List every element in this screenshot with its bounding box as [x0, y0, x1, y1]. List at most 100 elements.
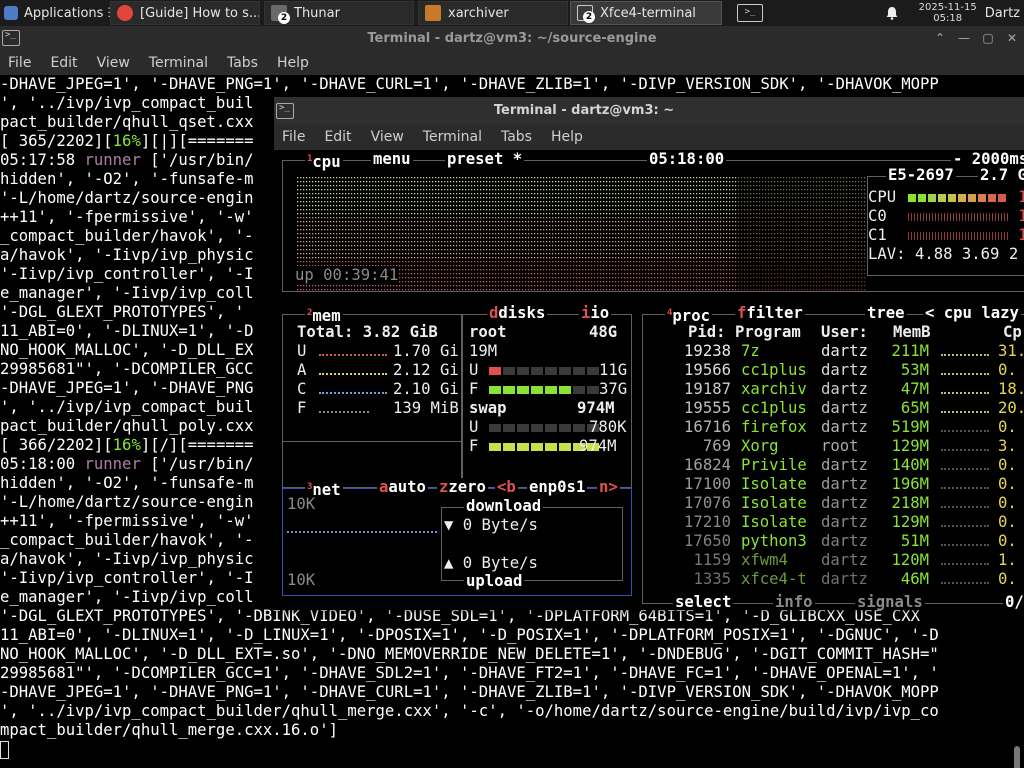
proc-cell-pid: 17076 — [684, 494, 731, 512]
menu-view[interactable]: View — [97, 55, 130, 71]
menu-tab[interactable]: menu — [371, 150, 413, 168]
proc-info-button[interactable]: info — [773, 593, 815, 610]
net-box: 3net aauto zzero <b enp0s1 n> 10K 10K do… — [282, 478, 632, 596]
cpu-tab[interactable]: cpu — [312, 153, 340, 171]
front-terminal-window[interactable]: Terminal - dartz@vm3: ~ File Edit View T… — [274, 97, 1024, 610]
taskbar-item-xfce4-terminal[interactable]: 2 Xfce4-terminal — [570, 1, 722, 25]
net-zero-toggle[interactable]: zero — [448, 478, 486, 496]
menu-file[interactable]: File — [282, 129, 305, 145]
proc-cell-cpu: 0. — [998, 570, 1017, 588]
proc-cell-mem: 140M — [891, 456, 929, 474]
menu-tabs[interactable]: Tabs — [501, 129, 532, 145]
mem-row-value: 139 MiB — [393, 399, 459, 417]
meter-segment — [587, 367, 599, 375]
proc-tree-toggle[interactable]: tree — [867, 304, 905, 322]
disk-swap-free: 974M — [579, 437, 617, 455]
proc-cell-mem: 519M — [891, 418, 929, 436]
proc-header-user[interactable]: User: — [821, 323, 868, 342]
workspace-terminal-button[interactable]: >_ — [730, 1, 766, 25]
meter-segment — [998, 194, 1006, 202]
menu-file[interactable]: File — [8, 55, 31, 71]
proc-cell-pid: 769 — [702, 437, 731, 455]
shade-button[interactable]: ⌃ — [934, 31, 946, 45]
folder-icon: 2 — [271, 5, 290, 24]
table-row[interactable]: 17076 Isolate dartz 218M 0. — [643, 494, 1017, 513]
terminal-line: -DHAVE_JPEG=1', '-DHAVE_PNG=1', '-DHAVE_… — [0, 683, 939, 701]
proc-select-button[interactable]: select — [673, 593, 734, 610]
minimize-button[interactable]: — — [958, 31, 970, 45]
proc-header-cpu[interactable]: Cp — [1003, 323, 1022, 342]
disk-free-key: F — [469, 380, 479, 398]
proc-signals-button[interactable]: signals — [855, 593, 925, 610]
menu-edit[interactable]: Edit — [324, 129, 351, 145]
table-row[interactable]: 17210 Isolate dartz 129M 0. — [643, 513, 1017, 532]
menu-view[interactable]: View — [371, 129, 404, 145]
net-prev-iface-button[interactable]: <b — [495, 478, 518, 496]
proc-cell-pid: 19555 — [684, 399, 731, 417]
front-terminal-titlebar[interactable]: Terminal - dartz@vm3: ~ — [274, 97, 1024, 124]
clock-date: 2025-11-15 — [918, 2, 977, 13]
proc-filter-button[interactable]: filter — [746, 304, 802, 322]
back-terminal-titlebar[interactable]: Terminal - dartz@vm3: ~/source-engine ⌃ … — [0, 26, 1024, 50]
proc-header-program[interactable]: Program — [735, 323, 801, 342]
menu-help[interactable]: Help — [277, 55, 309, 71]
meter-segment — [517, 367, 529, 375]
proc-cpu-graph — [941, 411, 989, 414]
table-row[interactable]: 19187 xarchiv dartz 47M 18. — [643, 380, 1024, 399]
preset-tab[interactable]: preset * — [445, 150, 525, 168]
proc-header-pid[interactable]: Pid: — [688, 323, 726, 342]
applications-menu-button[interactable]: Applications ☰ — [0, 0, 123, 26]
disk-root-free: 37G — [599, 380, 628, 398]
terminal-icon: >_ — [737, 4, 763, 22]
terminal-cursor — [0, 741, 9, 759]
disks-title[interactable]: disks — [498, 304, 545, 322]
proc-cell-mem: 129M — [891, 437, 929, 455]
menu-help[interactable]: Help — [551, 129, 583, 145]
meter-segment — [928, 194, 936, 202]
table-row[interactable]: 17650 python3 dartz 51M 0. — [643, 532, 1017, 551]
meter-segment — [503, 424, 515, 432]
proc-cell-pid: 1335 — [693, 570, 731, 588]
clock[interactable]: 2025-11-15 05:18 — [919, 2, 977, 24]
meter-segment — [503, 386, 515, 394]
table-row[interactable]: 19566 cc1plus dartz 53M 0. — [643, 361, 1017, 380]
table-row[interactable]: 16716 firefox dartz 519M 0. — [643, 418, 1017, 437]
proc-header-mem[interactable]: MemB — [893, 323, 931, 342]
table-row[interactable]: 19238 7z dartz 211M 31. — [643, 342, 1024, 361]
table-row[interactable]: 1159 xfwm4 dartz 120M 1. — [643, 551, 1016, 570]
net-auto-toggle[interactable]: auto — [388, 478, 426, 496]
terminal-line: -DHAVE_JPEG=1', '-DHAVE_PNG=1', '-DHAVE_… — [0, 75, 939, 93]
user-menu[interactable]: Dartz — [985, 6, 1020, 21]
menu-terminal[interactable]: Terminal — [423, 129, 482, 145]
table-row[interactable]: 769 Xorg root 129M 3. — [643, 437, 1017, 456]
table-row[interactable]: 1335 xfce4-t dartz 46M 0. — [643, 570, 1016, 589]
proc-cell-cpu: 0. — [998, 494, 1017, 512]
proc-sort-selector[interactable]: < cpu lazy — [923, 304, 1021, 322]
net-stats-panel: download ▼ 0 Byte/s ▲ 0 Byte/s upload — [441, 497, 623, 590]
back-terminal-menubar: File Edit View Terminal Tabs Help — [0, 50, 1024, 75]
menu-tabs[interactable]: Tabs — [227, 55, 258, 71]
io-toggle[interactable]: io — [590, 304, 609, 322]
taskbar-item-thunar[interactable]: 2 Thunar — [264, 1, 414, 25]
maximize-button[interactable]: ▢ — [982, 31, 994, 45]
download-rate: ▼ 0 Byte/s — [444, 516, 538, 534]
menu-edit[interactable]: Edit — [50, 55, 77, 71]
menu-terminal[interactable]: Terminal — [149, 55, 208, 71]
proc-cpu-graph — [941, 449, 989, 452]
cpu-model: E5-2697 — [886, 166, 956, 184]
scrollbar[interactable] — [1014, 746, 1020, 768]
taskbar-item-guide[interactable]: [Guide] How to s... — [110, 1, 260, 25]
notification-bell-icon[interactable] — [885, 6, 899, 20]
meter-segment — [988, 194, 996, 202]
proc-cell-user: root — [821, 437, 859, 455]
table-row[interactable]: 16824 Privile dartz 140M 0. — [643, 456, 1017, 475]
net-next-iface-button[interactable]: n> — [597, 478, 620, 496]
close-button[interactable]: ✕ — [1006, 31, 1018, 45]
proc-cell-pid: 16824 — [684, 456, 731, 474]
taskbar-item-label: [Guide] How to s... — [140, 5, 260, 21]
table-row[interactable]: 17100 Isolate dartz 196M 0. — [643, 475, 1017, 494]
cpu-row-label: C1 — [868, 226, 887, 244]
table-row[interactable]: 19555 cc1plus dartz 65M 20. — [643, 399, 1024, 418]
proc-cpu-graph — [941, 525, 989, 528]
taskbar-item-xarchiver[interactable]: xarchiver — [418, 1, 568, 25]
